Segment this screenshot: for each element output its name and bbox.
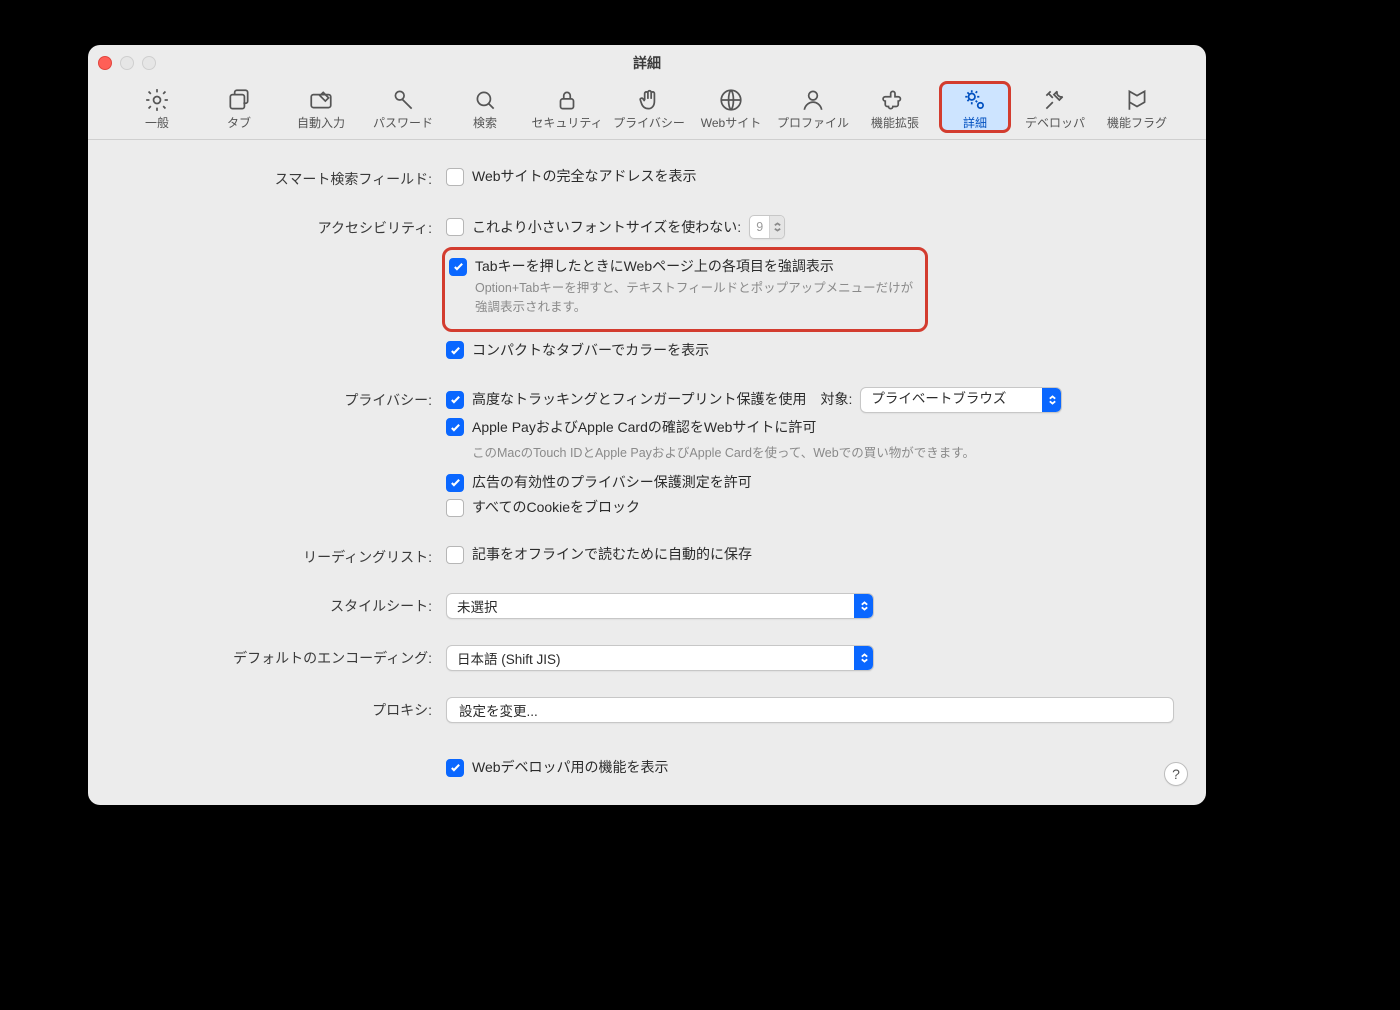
titlebar: 詳細 xyxy=(88,45,1206,77)
developer-spacer xyxy=(120,757,432,760)
gears-icon xyxy=(960,85,990,115)
checkbox-label: 広告の有効性のプライバシー保護測定を許可 xyxy=(472,472,752,493)
checkbox-icon xyxy=(446,341,464,359)
ad-measurement-checkbox[interactable]: 広告の有効性のプライバシー保護測定を許可 xyxy=(446,472,1174,493)
tab-privacy[interactable]: プライバシー xyxy=(611,81,687,133)
checkbox-icon xyxy=(446,218,464,236)
help-button[interactable]: ? xyxy=(1164,762,1188,786)
checkbox-label: Tabキーを押したときにWebページ上の各項目を強調表示 xyxy=(475,256,834,277)
chevron-updown-icon xyxy=(854,646,873,670)
select-value: 9 xyxy=(750,218,769,237)
key-icon xyxy=(388,85,418,115)
lock-icon xyxy=(552,85,582,115)
checkbox-icon xyxy=(446,474,464,492)
tab-websites[interactable]: Webサイト xyxy=(693,81,769,133)
select-value: 未選択 xyxy=(447,596,508,616)
tab-security[interactable]: セキュリティ xyxy=(529,81,605,133)
min-font-checkbox[interactable]: これより小さいフォントサイズを使わない: 9 xyxy=(446,215,1174,239)
stylesheet-select[interactable]: 未選択 xyxy=(446,593,874,619)
tab-label: プロファイル xyxy=(777,117,849,129)
checkbox-label: すべてのCookieをブロック xyxy=(472,497,640,518)
tab-label: 一般 xyxy=(145,117,169,129)
tabs-icon xyxy=(224,85,254,115)
apple-pay-note: このMacのTouch IDとApple PayおよびApple Cardを使っ… xyxy=(472,444,1112,463)
tab-autofill[interactable]: 自動入力 xyxy=(283,81,359,133)
tab-label: 自動入力 xyxy=(297,117,345,129)
apple-pay-checkbox[interactable]: Apple PayおよびApple Cardの確認をWebサイトに許可 xyxy=(446,417,1174,438)
puzzle-icon xyxy=(880,85,910,115)
show-full-address-checkbox[interactable]: Webサイトの完全なアドレスを表示 xyxy=(446,166,1174,187)
tab-general[interactable]: 一般 xyxy=(119,81,195,133)
checkbox-label: これより小さいフォントサイズを使わない: xyxy=(472,217,741,238)
tab-feature-flags[interactable]: 機能フラグ xyxy=(1099,81,1175,133)
checkbox-icon xyxy=(446,759,464,777)
smart-search-label: スマート検索フィールド: xyxy=(120,166,432,189)
tab-label: 機能フラグ xyxy=(1107,117,1167,129)
tab-label: デベロッパ xyxy=(1025,117,1085,129)
stylesheet-label: スタイルシート: xyxy=(120,593,432,616)
proxy-label: プロキシ: xyxy=(120,697,432,720)
chevron-updown-icon xyxy=(854,594,873,618)
tab-label: プライバシー xyxy=(613,117,685,129)
checkbox-icon xyxy=(446,499,464,517)
proxy-settings-button[interactable]: 設定を変更... xyxy=(446,697,1174,723)
encoding-label: デフォルトのエンコーディング: xyxy=(120,645,432,668)
tab-label: Webサイト xyxy=(701,117,761,129)
tab-highlight-note: Option+Tabキーを押すと、テキストフィールドとポップアップメニューだけが… xyxy=(475,279,915,317)
person-icon xyxy=(798,85,828,115)
checkbox-icon xyxy=(446,168,464,186)
tab-highlight-checkbox[interactable]: Tabキーを押したときにWebページ上の各項目を強調表示 xyxy=(449,256,915,277)
min-font-select[interactable]: 9 xyxy=(749,215,785,239)
tab-advanced[interactable]: 詳細 xyxy=(939,81,1011,133)
tab-label: 詳細 xyxy=(963,117,987,129)
select-value: プライベートブラウズ xyxy=(861,389,1016,409)
search-icon xyxy=(470,85,500,115)
reading-list-label: リーディングリスト: xyxy=(120,544,432,567)
checkbox-label: コンパクトなタブバーでカラーを表示 xyxy=(472,340,709,361)
tab-label: パスワード xyxy=(373,117,433,129)
tab-label: タブ xyxy=(227,117,251,129)
checkbox-icon xyxy=(446,418,464,436)
checkbox-label: Webサイトの完全なアドレスを表示 xyxy=(472,166,697,187)
tab-passwords[interactable]: パスワード xyxy=(365,81,441,133)
tab-highlight-callout: Tabキーを押したときにWebページ上の各項目を強調表示 Option+Tabキ… xyxy=(442,247,928,332)
chevron-down-icon xyxy=(769,216,784,238)
block-cookie-checkbox[interactable]: すべてのCookieをブロック xyxy=(446,497,1174,518)
tab-developer[interactable]: デベロッパ xyxy=(1017,81,1093,133)
show-developer-features-checkbox[interactable]: Webデベロッパ用の機能を表示 xyxy=(446,757,1174,778)
tracking-scope-select[interactable]: プライベートブラウズ xyxy=(860,387,1062,413)
checkbox-label: 高度なトラッキングとフィンガープリント保護を使用 対象: xyxy=(472,389,852,410)
checkbox-icon xyxy=(449,258,467,276)
tab-label: 検索 xyxy=(473,117,497,129)
hand-icon xyxy=(634,85,664,115)
tracking-protection-checkbox[interactable]: 高度なトラッキングとフィンガープリント保護を使用 対象: プライベートブラウズ xyxy=(446,387,1174,413)
save-offline-checkbox[interactable]: 記事をオフラインで読むために自動的に保存 xyxy=(446,544,1174,565)
chevron-updown-icon xyxy=(1042,388,1061,412)
compact-color-checkbox[interactable]: コンパクトなタブバーでカラーを表示 xyxy=(446,340,1174,361)
window-title: 詳細 xyxy=(88,53,1206,73)
select-value: 日本語 (Shift JIS) xyxy=(447,648,571,668)
wrench-icon xyxy=(1040,85,1070,115)
checkbox-label: Webデベロッパ用の機能を表示 xyxy=(472,757,669,778)
preferences-window: 詳細 一般 タブ 自動入力 パ xyxy=(88,45,1206,805)
flag-icon xyxy=(1122,85,1152,115)
accessibility-label: アクセシビリティ: xyxy=(120,215,432,238)
tab-tabs[interactable]: タブ xyxy=(201,81,277,133)
gear-icon xyxy=(142,85,172,115)
pencil-card-icon xyxy=(306,85,336,115)
checkbox-label: 記事をオフラインで読むために自動的に保存 xyxy=(472,544,752,565)
tab-label: 機能拡張 xyxy=(871,117,919,129)
privacy-label: プライバシー: xyxy=(120,387,432,410)
checkbox-icon xyxy=(446,391,464,409)
checkbox-icon xyxy=(446,546,464,564)
encoding-select[interactable]: 日本語 (Shift JIS) xyxy=(446,645,874,671)
tab-label: セキュリティ xyxy=(531,117,602,129)
globe-icon xyxy=(716,85,746,115)
advanced-form: スマート検索フィールド: Webサイトの完全なアドレスを表示 アクセシビリティ:… xyxy=(88,140,1206,800)
checkbox-label: Apple PayおよびApple Cardの確認をWebサイトに許可 xyxy=(472,417,816,438)
tab-extensions[interactable]: 機能拡張 xyxy=(857,81,933,133)
tab-profiles[interactable]: プロファイル xyxy=(775,81,851,133)
preferences-toolbar: 一般 タブ 自動入力 パスワード 検索 xyxy=(88,77,1206,140)
tab-search[interactable]: 検索 xyxy=(447,81,523,133)
